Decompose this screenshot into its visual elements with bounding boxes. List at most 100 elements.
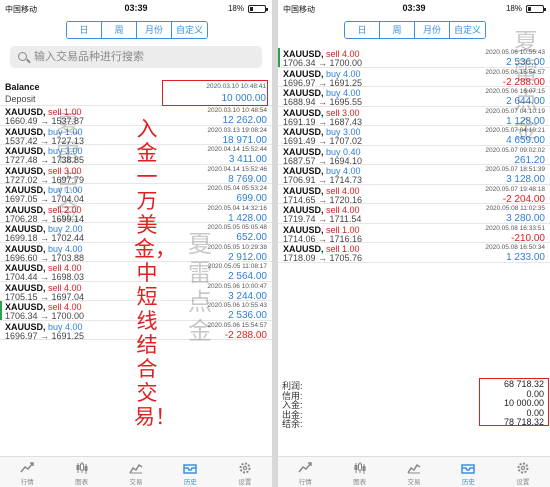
status-bar: 中国移动 03:39 18%	[278, 0, 550, 18]
tab-trend[interactable]: 行情	[278, 457, 332, 487]
trade-row[interactable]: XAUUSD, sell 3.00 1691.19 → 1687.43 2020.05…	[278, 107, 550, 127]
balance-time: 2020.03.10 10:48:41	[206, 83, 266, 90]
trend-icon	[20, 461, 34, 473]
history-icon	[183, 461, 198, 474]
trade-row[interactable]: XAUUSD, sell 4.00 1714.65 → 1720.16 2020.05…	[278, 185, 550, 205]
trade-time: 2020.05.07 19:48:18	[485, 185, 545, 193]
right-phone-screen: 中国移动 03:39 18% 日 周 月份 自定义 XAUUSD, sell 4.…	[278, 0, 550, 487]
segment-week[interactable]: 周	[102, 22, 137, 38]
tab-trade[interactable]: 交易	[387, 457, 441, 487]
search-input[interactable]: 输入交易品种进行搜索	[10, 46, 262, 68]
trade-row[interactable]: XAUUSD, sell 1.00 1718.09 → 1705.76 2020.05…	[278, 243, 550, 263]
summary-line: 信用: 0.00	[278, 389, 550, 401]
trade-prices: 1719.74 → 1711.54	[283, 214, 362, 224]
trend-icon	[298, 461, 312, 473]
trade-prices: 1697.05 → 1704.04	[5, 194, 85, 204]
summary-panel: 利润: 68 718.32 信用: 0.00 入金: 10 000.00 出金: 0.00 结余…	[278, 374, 550, 429]
summary-value: 0.00	[526, 407, 544, 418]
battery-percent: 18%	[505, 4, 522, 13]
summary-value: 68 718.32	[503, 379, 544, 389]
trade-prices: 1714.65 → 1720.16	[283, 194, 363, 205]
trade-row[interactable]: XAUUSD, buy 4.00 1688.94 → 1695.55 2020.05.…	[278, 87, 550, 107]
gear-icon	[238, 461, 252, 474]
trade-profit: 3 411.00	[228, 154, 267, 165]
trade-row[interactable]: XAUUSD, buy 4.00 1696.97 → 1691.25 2020.05.…	[278, 68, 550, 88]
trade-profit: 2 912.00	[228, 251, 267, 263]
trade-profit: 1 428.00	[228, 212, 267, 224]
trade-time: 2020.05.07 09:02:02	[485, 146, 545, 154]
tab-gear[interactable]: 设置	[218, 457, 272, 487]
trade-prices: 1706.34 → 1700.00	[283, 58, 363, 68]
trade-row[interactable]: XAUUSD, buy 0.40 1687.57 → 1694.10 2020.05.…	[278, 146, 550, 166]
trade-row[interactable]: XAUUSD, buy 3.00 1691.49 → 1707.02 2020.05.…	[278, 126, 550, 146]
battery-percent: 18%	[227, 4, 244, 13]
tab-trade[interactable]: 交易	[109, 457, 163, 487]
trade-time: 2020.05.04 05:53:24	[207, 185, 267, 192]
trade-profit: 18 971.00	[222, 134, 268, 146]
segment-day[interactable]: 日	[345, 22, 380, 38]
trade-profit: 12 262.00	[222, 115, 268, 126]
trade-profit: 699.00	[236, 193, 267, 204]
tab-history[interactable]: 历史	[441, 457, 495, 487]
segment-custom[interactable]: 自定义	[450, 22, 485, 38]
trade-time: 2020.05.06 10:55:43	[485, 49, 545, 56]
tab-candles[interactable]: 图表	[332, 457, 386, 487]
trade-time: 2020.04.14 15:52:46	[207, 165, 267, 173]
segment-week[interactable]: 周	[380, 22, 415, 38]
segment-month[interactable]: 月份	[415, 22, 450, 38]
trade-time: 2020.05.05 10:29:38	[207, 243, 267, 251]
search-icon	[18, 52, 27, 61]
bottom-tab-bar: 行情 图表 交易 历史 设置	[278, 456, 550, 487]
trade-time: 2020.05.06 16:07:15	[485, 88, 545, 95]
trade-profit: 2 536.00	[228, 310, 267, 321]
tab-label: 行情	[20, 479, 34, 486]
trade-profit: -2 288.00	[502, 76, 545, 88]
trade-time: 2020.05.08 16:50:34	[485, 244, 545, 251]
trade-time: 2020.05.04 14:32:16	[207, 204, 267, 212]
trade-profit: -210.00	[511, 232, 545, 244]
trade-prices: 1696.60 → 1703.88	[5, 252, 85, 263]
tab-trend[interactable]: 行情	[0, 457, 54, 487]
trade-row[interactable]: XAUUSD, sell 1.00 1714.06 → 1716.16 2020.05…	[278, 224, 550, 244]
segment-month[interactable]: 月份	[137, 22, 172, 38]
history-icon	[461, 461, 476, 474]
tab-candles[interactable]: 图表	[54, 457, 108, 487]
trade-time: 2020.05.06 15:54:57	[485, 68, 545, 76]
trade-prices: 1696.97 → 1691.25	[5, 330, 85, 341]
trade-row[interactable]: XAUUSD, sell 4.00 1706.34 → 1700.00 2020.05…	[278, 48, 550, 68]
trade-profit: -2 204.00	[502, 193, 545, 205]
balance-row[interactable]: Balance Deposit 2020.03.10 10:48:41 10 0…	[0, 80, 272, 106]
tab-gear[interactable]: 设置	[496, 457, 550, 487]
segment-custom[interactable]: 自定义	[172, 22, 207, 38]
trade-profit: 1 128.00	[506, 115, 545, 127]
status-bar: 中国移动 03:39 18%	[0, 0, 272, 18]
trade-row[interactable]: XAUUSD, buy 4.00 1706.91 → 1714.73 2020.05.…	[278, 165, 550, 185]
trade-time: 2020.03.13 19:08:24	[207, 126, 267, 134]
trade-profit: 652.00	[236, 232, 267, 243]
trade-time: 2020.05.06 15:54:57	[207, 321, 267, 329]
candles-icon	[353, 461, 367, 474]
tab-history[interactable]: 历史	[163, 457, 217, 487]
trade-prices: 1706.91 → 1714.73	[283, 175, 363, 185]
tab-label: 设置	[516, 479, 530, 486]
trade-time: 2020.05.07 04:10:21	[485, 127, 545, 134]
trade-time: 2020.05.06 10:00:47	[207, 282, 267, 290]
left-phone-screen: 中国移动 03:39 18% 日 周 月份 自定义 输入交易品种进行搜索 Bal…	[0, 0, 272, 487]
trade-profit: 2 644.00	[506, 96, 545, 107]
segment-day[interactable]: 日	[67, 22, 102, 38]
trade-time: 2020.05.07 04:10:19	[485, 107, 545, 115]
balance-title: Balance	[5, 82, 40, 92]
trade-prices: 1699.18 → 1702.44	[5, 233, 85, 243]
trade-row[interactable]: XAUUSD, sell 4.00 1719.74 → 1711.54 2020.05…	[278, 204, 550, 224]
trade-time: 2020.05.06 10:55:43	[207, 302, 267, 309]
trade-prices: 1727.48 → 1738.85	[5, 155, 85, 165]
trade-prices: 1704.44 → 1698.03	[5, 272, 85, 282]
trade-profit: 4 659.00	[506, 135, 545, 146]
tab-label: 交易	[129, 479, 143, 486]
trade-prices: 1696.97 → 1691.25	[283, 77, 363, 88]
tab-label: 图表	[75, 479, 89, 486]
tab-label: 图表	[353, 479, 367, 486]
trade-time: 2020.03.10 10:48:54	[207, 107, 267, 114]
tab-label: 交易	[407, 479, 421, 486]
trade-time: 2020.04.14 15:52:44	[207, 146, 267, 153]
